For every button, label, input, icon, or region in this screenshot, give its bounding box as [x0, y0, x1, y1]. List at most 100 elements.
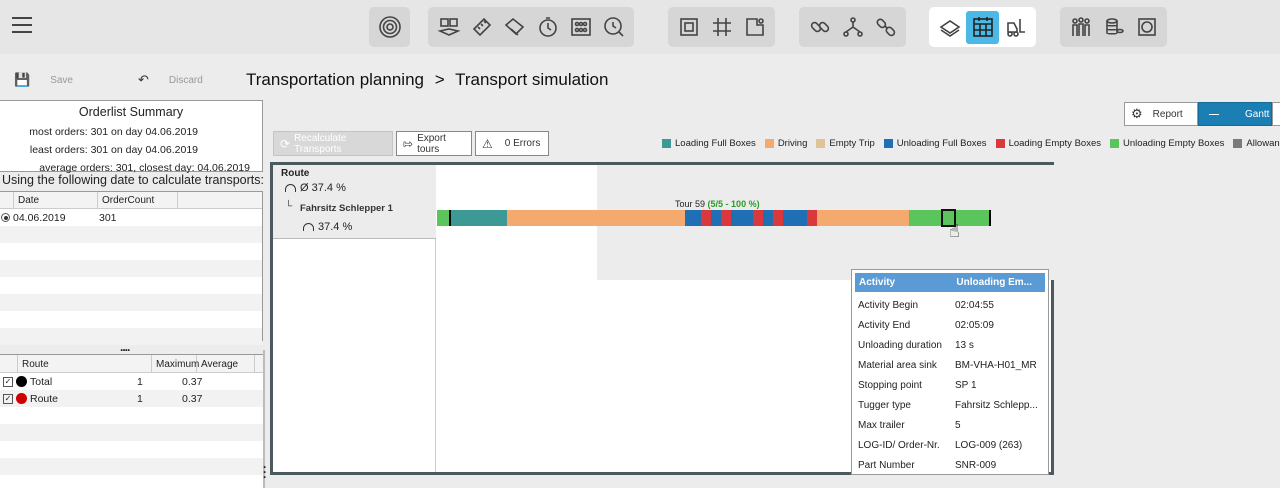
tooltip-row: Activity End 02:05:09 [852, 315, 1048, 335]
tooltip-row: Stopping point SP 1 [852, 375, 1048, 395]
route-table: Route Maximum Average ✓ Total 1 0.37 ✓ R… [0, 354, 263, 488]
tooltip-value: SNR-009 [955, 459, 997, 471]
gantt-view-button[interactable]: — Gantt [1198, 102, 1272, 126]
tooltip-value: 02:04:55 [955, 299, 994, 311]
recalculate-transports-button[interactable]: ⟳ Recalculate Transports [273, 131, 393, 156]
row-radio[interactable] [1, 213, 10, 222]
ordercount-col-header[interactable]: OrderCount [98, 192, 178, 208]
tooltip-key: Tugger type [858, 399, 911, 411]
route-label: Route [281, 168, 310, 179]
ruler-icon[interactable] [465, 11, 498, 44]
gantt-bar-unloading-full[interactable] [711, 210, 721, 226]
export-tours-button[interactable]: ⇰ Export tours [396, 131, 472, 156]
target-icon[interactable] [373, 11, 406, 44]
tooltip-header-key: Activity [859, 277, 896, 288]
splitter-grip[interactable]: ... [263, 458, 266, 480]
route-group[interactable]: Route Ø 37.4 % └ Fahrsitz Schlepper 1 37… [273, 165, 436, 239]
gantt-bar-driving[interactable] [817, 210, 909, 226]
date-cell: 04.06.2019 [13, 211, 66, 224]
average-cell: 0.37 [182, 392, 203, 405]
maximum-cell: 1 [137, 392, 143, 405]
tooltip-key: Activity Begin [858, 299, 919, 311]
empty-row [0, 294, 262, 311]
date-col-header[interactable]: Date [14, 192, 98, 208]
coins-icon[interactable] [1097, 11, 1130, 44]
unlink-icon[interactable] [869, 11, 902, 44]
layout-icon[interactable] [738, 11, 771, 44]
gantt-bar-unloading-full[interactable] [763, 210, 773, 226]
gantt-bar-loading-full[interactable] [451, 210, 507, 226]
date-caption: Using the following date to calculate tr… [2, 173, 264, 187]
gantt-bar-loading-empty[interactable] [701, 210, 711, 226]
orderlist-summary: Orderlist Summary most orders: 301 on da… [0, 100, 263, 174]
empty-row [0, 260, 262, 277]
calendar-grid-icon[interactable] [966, 10, 999, 44]
people-icon[interactable] [1064, 11, 1097, 44]
checkbox[interactable]: ✓ [3, 393, 13, 404]
gauge-icon [285, 184, 296, 193]
breadcrumb-parent[interactable]: Transportation planning [246, 70, 424, 89]
link-icon[interactable] [803, 11, 836, 44]
table-row[interactable]: ✓ Total 1 0.37 [0, 373, 263, 390]
save-button[interactable]: 💾 Save [14, 66, 73, 94]
panel-resize-handle[interactable]: .... [120, 340, 130, 354]
menu-icon[interactable] [12, 17, 32, 33]
legend-swatch [764, 139, 774, 148]
route-col-header[interactable]: Route [18, 355, 152, 372]
legend-label: Driving [777, 138, 808, 149]
frame-icon[interactable] [672, 11, 705, 44]
gantt-bar-unloading-full[interactable] [783, 210, 807, 226]
gantt-bar-loading-empty[interactable] [753, 210, 763, 226]
legend-label: Unloading Full Boxes [896, 138, 987, 149]
fork-icon[interactable] [836, 11, 869, 44]
tooltip-row: Activity Begin 02:04:55 [852, 295, 1048, 315]
table-row[interactable]: ✓ Route 1 0.37 [0, 390, 263, 407]
errors-button[interactable]: ⚠ 0 Errors [475, 131, 549, 156]
tooltip-key: Stopping point [858, 379, 922, 391]
extra-view-button[interactable] [1272, 102, 1280, 126]
legend-label: Allowance time [1246, 138, 1280, 149]
tooltip-row: Unloading duration 13 s [852, 335, 1048, 355]
gantt-bar-unloading-full[interactable] [737, 210, 753, 226]
color-dot [16, 376, 27, 387]
gantt-bar-unloading-empty[interactable] [437, 210, 449, 226]
gantt-bar-loading-empty[interactable] [721, 210, 731, 226]
empty-row [0, 243, 262, 260]
legend-label: Loading Full Boxes [675, 138, 756, 149]
tooltip-row: Material area sink BM-VHA-H01_MR [852, 355, 1048, 375]
tugger-name[interactable]: Fahrsitz Schlepper 1 [300, 203, 393, 214]
toolbar-group-2 [428, 7, 634, 47]
boxes-icon[interactable] [432, 11, 465, 44]
gantt-bar-loading-empty[interactable] [773, 210, 783, 226]
tag-icon[interactable] [498, 11, 531, 44]
gantt-bar-unloading-full[interactable] [685, 210, 701, 226]
maximum-col-header[interactable]: Maximum [152, 355, 199, 372]
box-icon[interactable] [1130, 11, 1163, 44]
route-utilization: Ø 37.4 % [285, 182, 346, 194]
transport-icon[interactable] [933, 11, 966, 44]
report-view-button[interactable]: ⚙ Report [1124, 102, 1198, 126]
legend-label: Loading Empty Boxes [1008, 138, 1101, 149]
activity-tooltip: Activity Unloading Em... Activity Begin 0… [851, 269, 1049, 475]
legend-item: Unloading Full Boxes [883, 138, 987, 149]
average-col-header[interactable]: Average [197, 355, 255, 372]
gantt-bar-driving[interactable] [507, 210, 685, 226]
table-row[interactable]: 04.06.2019 301 [0, 209, 262, 226]
discard-button[interactable]: ↶ Discard [138, 66, 203, 94]
tooltip-value: BM-VHA-H01_MR [955, 359, 1037, 371]
ordercount-cell: 301 [99, 211, 117, 224]
grid-dots-icon[interactable] [564, 11, 597, 44]
checkbox[interactable]: ✓ [3, 376, 13, 387]
gantt-bar-loading-empty[interactable] [807, 210, 817, 226]
forklift-icon[interactable] [999, 11, 1032, 44]
tugger-pct-value: 37.4 % [318, 221, 353, 233]
tooltip-value: LOG-009 (263) [955, 439, 1023, 451]
tooltip-value: 02:05:09 [955, 319, 994, 331]
save-label: Save [50, 74, 73, 86]
empty-row [0, 277, 262, 294]
legend-item: Driving [764, 138, 808, 149]
clock-icon[interactable] [531, 11, 564, 44]
grid-icon[interactable] [705, 11, 738, 44]
search-clock-icon[interactable] [597, 11, 630, 44]
legend-label: Empty Trip [829, 138, 875, 149]
